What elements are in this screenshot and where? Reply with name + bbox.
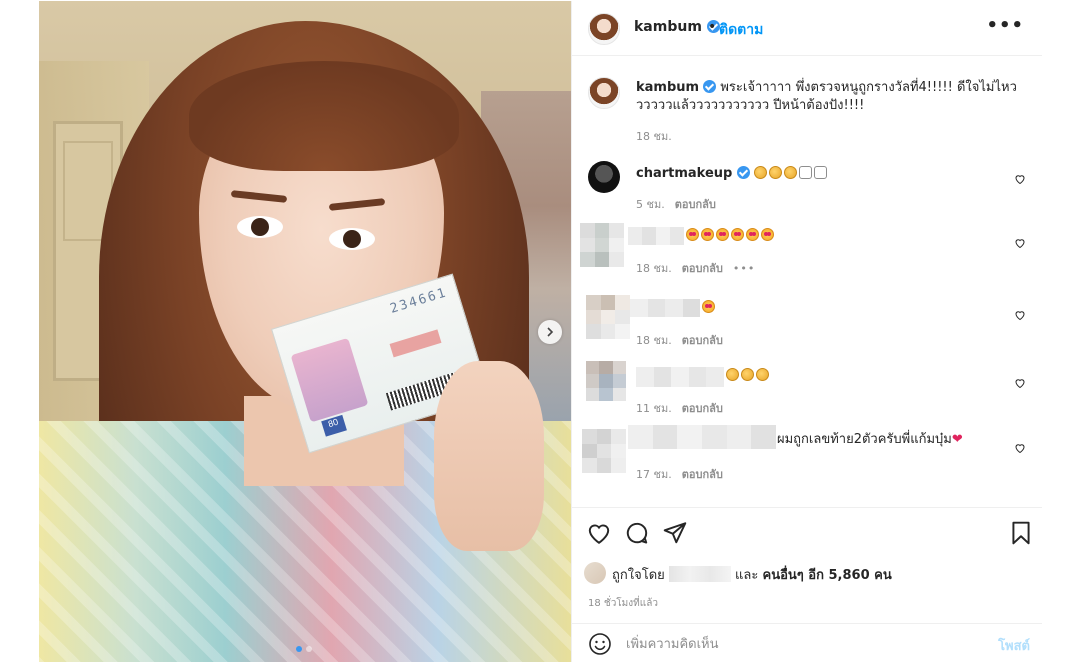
heart-eyes-emoji-icon	[686, 228, 699, 241]
likes-count[interactable]: คนอื่นๆ อีก 5,860 คน	[763, 568, 892, 583]
heart-eyes-emoji-icon	[701, 228, 714, 241]
heart-eyes-emoji-icon	[746, 228, 759, 241]
comment-time[interactable]: 18 ชม.	[636, 334, 672, 347]
post-side-panel: kambum • ติดตาม ••• kambum พระเจ้าาาาา พ…	[571, 1, 1042, 662]
caption-time[interactable]: 18 ชม.	[636, 127, 672, 145]
more-options-icon[interactable]: •••	[986, 15, 1024, 36]
carousel-dot	[306, 646, 312, 652]
heart-eyes-emoji-icon	[716, 228, 729, 241]
blurred-avatar[interactable]	[586, 361, 626, 401]
like-comment-heart-icon[interactable]	[1014, 309, 1026, 321]
add-comment-bar: โพสต์	[572, 623, 1042, 662]
post-photo[interactable]: 234661 80	[39, 1, 571, 662]
comment-time[interactable]: 17 ชม.	[636, 468, 672, 481]
likes-summary[interactable]: ถูกใจโดย และ คนอื่นๆ อีก 5,860 คน	[612, 564, 892, 585]
save-bookmark-icon[interactable]	[1008, 520, 1034, 546]
heart-eyes-emoji-icon	[731, 228, 744, 241]
reply-button[interactable]: ตอบกลับ	[675, 198, 716, 211]
carousel-indicators	[296, 646, 312, 652]
post-actions: ถูกใจโดย และ คนอื่นๆ อีก 5,860 คน 18 ชั่…	[572, 507, 1042, 627]
like-comment-heart-icon[interactable]	[1014, 377, 1026, 389]
comment-time[interactable]: 18 ชม.	[636, 262, 672, 275]
left-eye	[237, 216, 283, 238]
thumbs-up-emoji-icon	[813, 166, 827, 179]
comment-time[interactable]: 11 ชม.	[636, 402, 672, 415]
reply-button[interactable]: ตอบกลับ	[682, 262, 723, 275]
ticket-number: 234661	[388, 285, 450, 317]
like-comment-heart-icon[interactable]	[1014, 442, 1026, 454]
likes-and: และ	[735, 568, 759, 583]
bangs	[189, 61, 459, 171]
comment-meta: 17 ชม. ตอบกลับ	[636, 465, 723, 483]
thumbs-up-emoji-icon	[798, 166, 812, 179]
comment-text: ผมถูกเลขท้าย2ตัวครับพี่แก้มบุ๋ม	[777, 432, 952, 447]
header-separator: •	[708, 19, 717, 35]
blurred-liker-name[interactable]	[668, 566, 731, 582]
clap-emoji-icon	[783, 166, 797, 179]
comment-avatar[interactable]	[588, 161, 620, 193]
blurred-username[interactable]	[630, 299, 700, 317]
reply-button[interactable]: ตอบกลับ	[682, 402, 723, 415]
clap-emoji-icon	[753, 166, 767, 179]
next-photo-button[interactable]	[538, 320, 562, 344]
heart-eyes-emoji-icon	[761, 228, 774, 241]
share-paper-plane-icon[interactable]	[662, 520, 688, 546]
comment-body: ผมถูกเลขท้าย2ตัวครับพี่แก้มบุ๋ม❤	[777, 431, 963, 449]
likes-prefix: ถูกใจโดย	[612, 568, 665, 583]
comment-more-icon[interactable]: •••	[733, 262, 755, 275]
comment-username[interactable]: chartmakeup	[636, 166, 732, 181]
verified-badge-icon	[703, 80, 717, 93]
reply-button[interactable]: ตอบกลับ	[682, 468, 723, 481]
follow-button[interactable]: ติดตาม	[719, 19, 763, 41]
comment-bubble-icon[interactable]	[624, 520, 650, 546]
right-eye	[329, 228, 375, 250]
clap-emoji-icon	[741, 368, 754, 381]
clap-emoji-icon	[726, 368, 739, 381]
comments-list[interactable]: kambum พระเจ้าาาาา พึ่งตรวจหนูถูกรางวัลท…	[572, 57, 1042, 507]
liker-avatar[interactable]	[584, 562, 606, 584]
comment-body: chartmakeup	[636, 165, 829, 183]
blurred-avatar[interactable]	[580, 223, 624, 267]
post-caption: kambum พระเจ้าาาาา พึ่งตรวจหนูถูกรางวัลท…	[636, 79, 1026, 115]
comment-meta: 11 ชม. ตอบกลับ	[636, 399, 723, 417]
like-heart-icon[interactable]	[586, 520, 612, 546]
clap-emoji-icon	[768, 166, 782, 179]
author-avatar[interactable]	[588, 13, 620, 45]
caption-username[interactable]: kambum	[636, 80, 699, 95]
caption-avatar[interactable]	[588, 77, 620, 109]
comment-meta: 5 ชม. ตอบกลับ	[636, 195, 716, 213]
blurred-username[interactable]	[628, 227, 684, 245]
ticket-stamp	[389, 329, 442, 358]
blurred-username[interactable]	[628, 425, 776, 449]
post-comment-button[interactable]: โพสต์	[998, 635, 1030, 656]
post-time-ago[interactable]: 18 ชั่วโมงที่แล้ว	[588, 596, 658, 611]
chevron-right-icon	[547, 327, 554, 337]
red-heart-emoji-icon: ❤	[951, 432, 963, 447]
blurred-avatar[interactable]	[586, 295, 630, 339]
author-username[interactable]: kambum	[634, 19, 720, 35]
emoji-smile-icon[interactable]	[588, 632, 612, 656]
comment-body	[726, 367, 771, 385]
comment-meta: 18 ชม. ตอบกลับ •••	[636, 259, 755, 277]
ticket-price-tag: 80	[321, 414, 347, 437]
post-header: kambum • ติดตาม •••	[572, 1, 1042, 56]
comment-body	[686, 227, 776, 245]
comment-body	[702, 299, 717, 317]
blurred-username[interactable]	[636, 367, 724, 387]
like-comment-heart-icon[interactable]	[1014, 237, 1026, 249]
carousel-dot-active	[296, 646, 302, 652]
ticket-illustration	[290, 337, 369, 423]
comment-input[interactable]	[626, 634, 966, 654]
clap-emoji-icon	[756, 368, 769, 381]
comment-time[interactable]: 5 ชม.	[636, 198, 665, 211]
verified-badge-icon	[736, 166, 750, 179]
hand	[434, 361, 544, 551]
blurred-avatar[interactable]	[582, 429, 626, 473]
heart-eyes-emoji-icon	[702, 300, 715, 313]
like-comment-heart-icon[interactable]	[1014, 173, 1026, 185]
reply-button[interactable]: ตอบกลับ	[682, 334, 723, 347]
comment-meta: 18 ชม. ตอบกลับ	[636, 331, 723, 349]
